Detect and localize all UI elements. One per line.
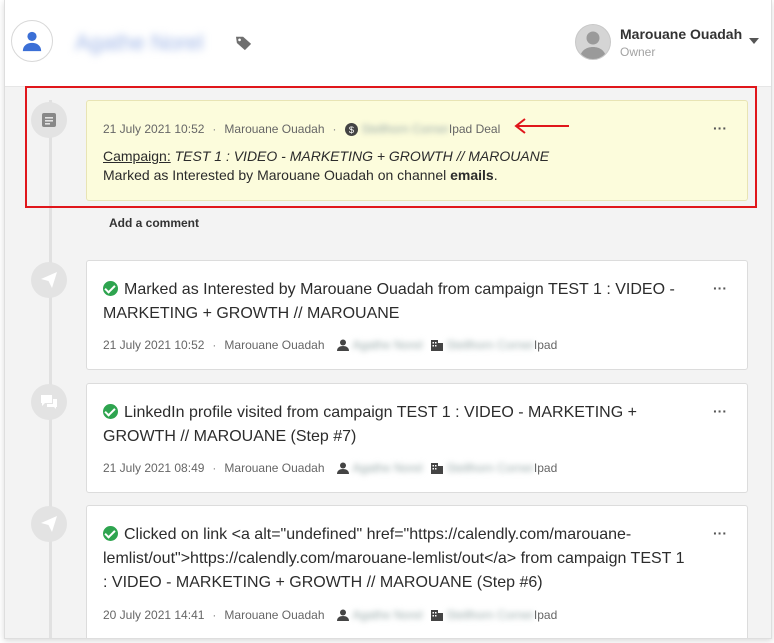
owner-selector[interactable]: Marouane Ouadah Owner: [575, 24, 742, 60]
building-icon: [430, 340, 443, 351]
activity-title: LinkedIn profile visited from campaign T…: [103, 404, 637, 445]
highlight-box: [25, 86, 757, 208]
add-comment-button[interactable]: Add a comment: [109, 216, 199, 230]
activity-contact[interactable]: Agathe Norel: [353, 608, 423, 622]
activity-panel: Agathe Norel Marouane Ouadah Owner 21 Ju…: [4, 0, 772, 639]
contact-header: Agathe Norel Marouane Ouadah Owner: [5, 0, 771, 87]
contact-name[interactable]: Agathe Norel: [75, 30, 203, 56]
activity-author: Marouane Ouadah: [224, 461, 325, 475]
check-icon: [103, 526, 118, 541]
check-icon: [103, 404, 118, 419]
activity-author: Marouane Ouadah: [224, 608, 325, 622]
owner-role: Owner: [620, 44, 656, 59]
person-icon: [22, 31, 42, 52]
activity-contact[interactable]: Agathe Norel: [353, 338, 423, 352]
chat-icon: [31, 384, 67, 420]
building-icon: [430, 610, 443, 621]
avatar-placeholder-icon: [580, 31, 606, 59]
person-icon: [336, 339, 349, 351]
chevron-down-icon[interactable]: [749, 38, 759, 44]
contact-avatar[interactable]: [11, 20, 53, 62]
activity-date: 21 July 2021 10:52: [103, 338, 205, 352]
activity-contact[interactable]: Agathe Norel: [353, 461, 423, 475]
activity-company[interactable]: Stellhorn Corner: [447, 608, 534, 622]
activity-title: Clicked on link <a alt="undefined" href=…: [103, 526, 685, 591]
owner-name: Marouane Ouadah: [620, 25, 743, 42]
building-icon: [430, 463, 443, 474]
activity-card: Marked as Interested by Marouane Ouadah …: [86, 260, 748, 370]
activity-date: 20 July 2021 14:41: [103, 608, 205, 622]
more-options-icon[interactable]: ···: [713, 525, 727, 541]
tag-icon[interactable]: [235, 35, 253, 51]
person-icon: [336, 462, 349, 474]
activity-date: 21 July 2021 08:49: [103, 461, 205, 475]
activity-company-suffix[interactable]: Ipad: [534, 461, 557, 475]
arrow-left-icon: [514, 118, 569, 134]
owner-avatar: [575, 24, 611, 60]
activity-card: Clicked on link <a alt="undefined" href=…: [86, 505, 748, 638]
activity-author: Marouane Ouadah: [224, 338, 325, 352]
activity-title: Marked as Interested by Marouane Ouadah …: [103, 281, 675, 322]
more-options-icon[interactable]: ···: [713, 403, 727, 419]
activity-company[interactable]: Stellhorn Corner: [447, 338, 534, 352]
check-icon: [103, 281, 118, 296]
activity-card: LinkedIn profile visited from campaign T…: [86, 383, 748, 493]
more-options-icon[interactable]: ···: [713, 280, 727, 296]
send-icon: [31, 506, 67, 542]
activity-company[interactable]: Stellhorn Corner: [447, 461, 534, 475]
activity-company-suffix[interactable]: Ipad: [534, 338, 557, 352]
send-icon: [31, 262, 67, 298]
person-icon: [336, 609, 349, 621]
activity-company-suffix[interactable]: Ipad: [534, 608, 557, 622]
